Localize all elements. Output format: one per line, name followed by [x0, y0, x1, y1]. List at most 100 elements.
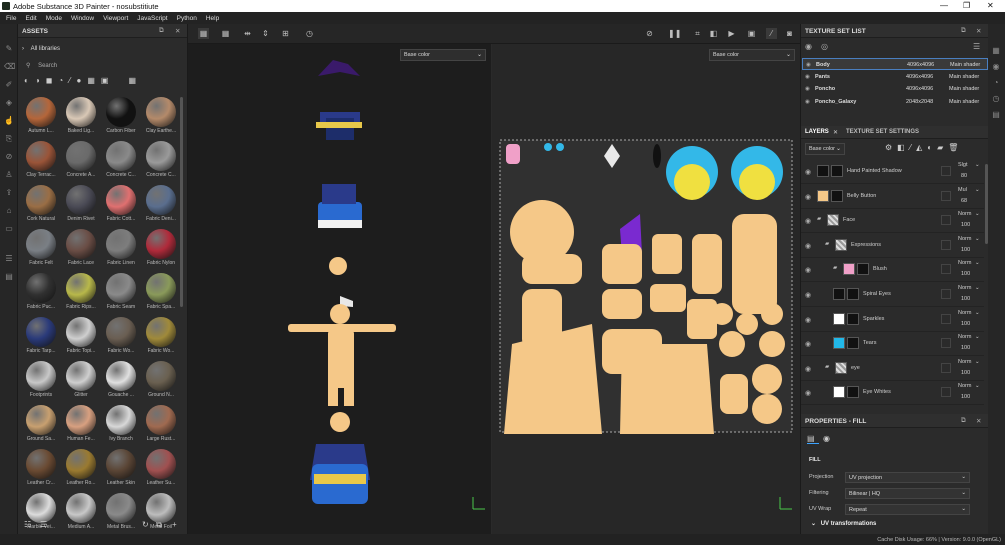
- iray-icon[interactable]: ⊘: [644, 28, 655, 39]
- visibility-icon[interactable]: ◉: [805, 99, 810, 105]
- opacity-value[interactable]: 100: [961, 394, 970, 400]
- blend-mode[interactable]: Mul: [958, 187, 967, 193]
- eraser-icon[interactable]: ⌫: [4, 62, 15, 72]
- visibility-icon[interactable]: ◉: [805, 316, 811, 324]
- asset-item[interactable]: Fabric Rips...: [62, 273, 100, 315]
- asset-item[interactable]: Gouache ...: [102, 361, 140, 403]
- add-fill-layer-icon[interactable]: ◭: [916, 143, 922, 152]
- blend-mode[interactable]: Norm: [958, 310, 971, 316]
- tab-close-icon[interactable]: ✕: [833, 129, 838, 136]
- visibility-icon[interactable]: ◉: [805, 74, 810, 80]
- visibility-toggle-icon[interactable]: ◉: [805, 42, 812, 51]
- close-button[interactable]: ✕: [987, 1, 994, 10]
- texture-set-row[interactable]: ◉ Pants 4096x4096 Main shader: [802, 71, 988, 83]
- settings-icon[interactable]: ☰: [4, 254, 14, 264]
- visibility-icon[interactable]: ◉: [805, 193, 811, 201]
- delete-layer-icon[interactable]: 🗑: [948, 143, 958, 152]
- minimize-button[interactable]: —: [940, 1, 948, 10]
- blend-mode[interactable]: Norm: [958, 260, 971, 266]
- grid-view-icon[interactable]: ▦: [128, 76, 136, 88]
- asset-item[interactable]: Fabric Cott...: [102, 185, 140, 227]
- visibility-icon[interactable]: ◉: [805, 266, 811, 274]
- menu-file[interactable]: File: [6, 15, 16, 22]
- filter-filter-icon[interactable]: ◔: [58, 76, 63, 88]
- visibility-icon[interactable]: ◉: [805, 242, 811, 250]
- environment-filter-icon[interactable]: ▣: [101, 76, 109, 88]
- visibility-icon[interactable]: ◉: [805, 217, 811, 225]
- pause-icon[interactable]: ❚❚: [668, 28, 681, 39]
- asset-item[interactable]: Leather Cr...: [22, 449, 60, 491]
- asset-item[interactable]: Ground Sa...: [22, 405, 60, 447]
- assets-scrollbar[interactable]: [180, 97, 183, 307]
- tab-texture-set-settings[interactable]: TEXTURE SET SETTINGS: [846, 129, 919, 135]
- menu-help[interactable]: Help: [206, 15, 219, 22]
- texture-set-row[interactable]: ◉ Poncho 4096x4096 Main shader: [802, 83, 988, 95]
- asset-item[interactable]: Fabric Topi...: [62, 317, 100, 359]
- blend-mode[interactable]: Norm: [958, 285, 971, 291]
- viewport-2d[interactable]: Base color ⌄: [492, 44, 800, 534]
- opacity-value[interactable]: 100: [961, 370, 970, 376]
- library-selector[interactable]: › All libraries: [22, 46, 60, 52]
- layer-row[interactable]: ◉ Belly Button Mul 68 ⌄: [801, 185, 984, 209]
- align-icon[interactable]: ⇕: [260, 28, 271, 39]
- projection-dropdown[interactable]: UV projection ⌄: [845, 472, 970, 483]
- opacity-value[interactable]: 100: [961, 296, 970, 302]
- asset-item[interactable]: Human Fe...: [62, 405, 100, 447]
- asset-item[interactable]: Ivy Branch: [102, 405, 140, 447]
- visibility-icon[interactable]: ◉: [806, 62, 811, 68]
- smart-material-filter-icon[interactable]: ◑: [35, 76, 40, 88]
- visibility-icon[interactable]: ◉: [805, 291, 811, 299]
- cube-icon[interactable]: ◧: [708, 28, 719, 39]
- display-settings-icon[interactable]: ◉: [991, 62, 1001, 72]
- asset-item[interactable]: Concrete A...: [62, 141, 100, 183]
- shelf-icon[interactable]: ▭: [4, 224, 14, 234]
- asset-item[interactable]: Leather Ro...: [62, 449, 100, 491]
- asset-item[interactable]: Fabric Linen: [102, 229, 140, 271]
- close-icon[interactable]: ✕: [976, 417, 981, 425]
- layer-row[interactable]: ◉ ▰ Face Norm 100 ⌄: [801, 209, 984, 234]
- add-folder-icon[interactable]: ▰: [937, 143, 943, 152]
- add-mask-icon[interactable]: ◧: [897, 143, 905, 152]
- projection-icon[interactable]: ✐: [4, 80, 14, 90]
- search-input[interactable]: ⚲ Search: [26, 62, 176, 72]
- asset-item[interactable]: Cork Natural: [22, 185, 60, 227]
- opacity-value[interactable]: 100: [961, 345, 970, 351]
- solo-icon[interactable]: ◎: [821, 42, 828, 51]
- opacity-value[interactable]: 68: [961, 198, 967, 204]
- texture-set-icon[interactable]: ▦: [991, 46, 1001, 56]
- clone-icon[interactable]: ⎘: [4, 134, 14, 144]
- blend-mode[interactable]: Norm: [958, 383, 971, 389]
- add-icon[interactable]: +: [172, 520, 177, 529]
- menu-mode[interactable]: Mode: [46, 15, 62, 22]
- render-icon[interactable]: ▣: [746, 28, 757, 39]
- tab-layers[interactable]: LAYERS: [805, 129, 829, 135]
- asset-item[interactable]: Leather Skin: [102, 449, 140, 491]
- opacity-value[interactable]: 100: [961, 222, 970, 228]
- maximize-button[interactable]: ❐: [963, 1, 970, 10]
- material-filter-icon[interactable]: ◐: [24, 76, 29, 88]
- opacity-value[interactable]: 100: [961, 271, 970, 277]
- symmetry-icon[interactable]: ⇹: [242, 28, 253, 39]
- grid-layout-icon[interactable]: ▦: [198, 28, 209, 39]
- opacity-value[interactable]: 80: [961, 173, 967, 179]
- camera-icon[interactable]: ▶: [726, 28, 737, 39]
- asset-item[interactable]: Concrete C...: [102, 141, 140, 183]
- blend-mode[interactable]: Norm: [958, 211, 971, 217]
- blend-mode[interactable]: Slgt: [958, 162, 967, 168]
- history-icon[interactable]: ◷: [991, 94, 1001, 104]
- menu-icon[interactable]: ☰: [973, 42, 980, 51]
- mesh-view-icon[interactable]: ⌗: [692, 28, 703, 39]
- smudge-icon[interactable]: ☝: [4, 116, 14, 126]
- log-icon[interactable]: ▤: [991, 110, 1001, 120]
- asset-item[interactable]: Fabric Puc...: [22, 273, 60, 315]
- material-tab-icon[interactable]: ◉: [823, 434, 830, 443]
- asset-item[interactable]: Fabric Wo...: [142, 317, 180, 359]
- layer-row[interactable]: ◉ Spiral Eyes Norm 100 ⌄: [801, 283, 984, 307]
- asset-item[interactable]: Footprints: [22, 361, 60, 403]
- asset-item[interactable]: Concrete C...: [142, 141, 180, 183]
- texture-set-row[interactable]: ◉ Body 4096x4096 Main shader: [802, 58, 988, 70]
- menu-viewport[interactable]: Viewport: [103, 15, 128, 22]
- blend-mode[interactable]: Norm: [958, 334, 971, 340]
- add-paint-layer-icon[interactable]: ⁄: [910, 143, 911, 152]
- screenshot-icon[interactable]: ◙: [784, 28, 795, 39]
